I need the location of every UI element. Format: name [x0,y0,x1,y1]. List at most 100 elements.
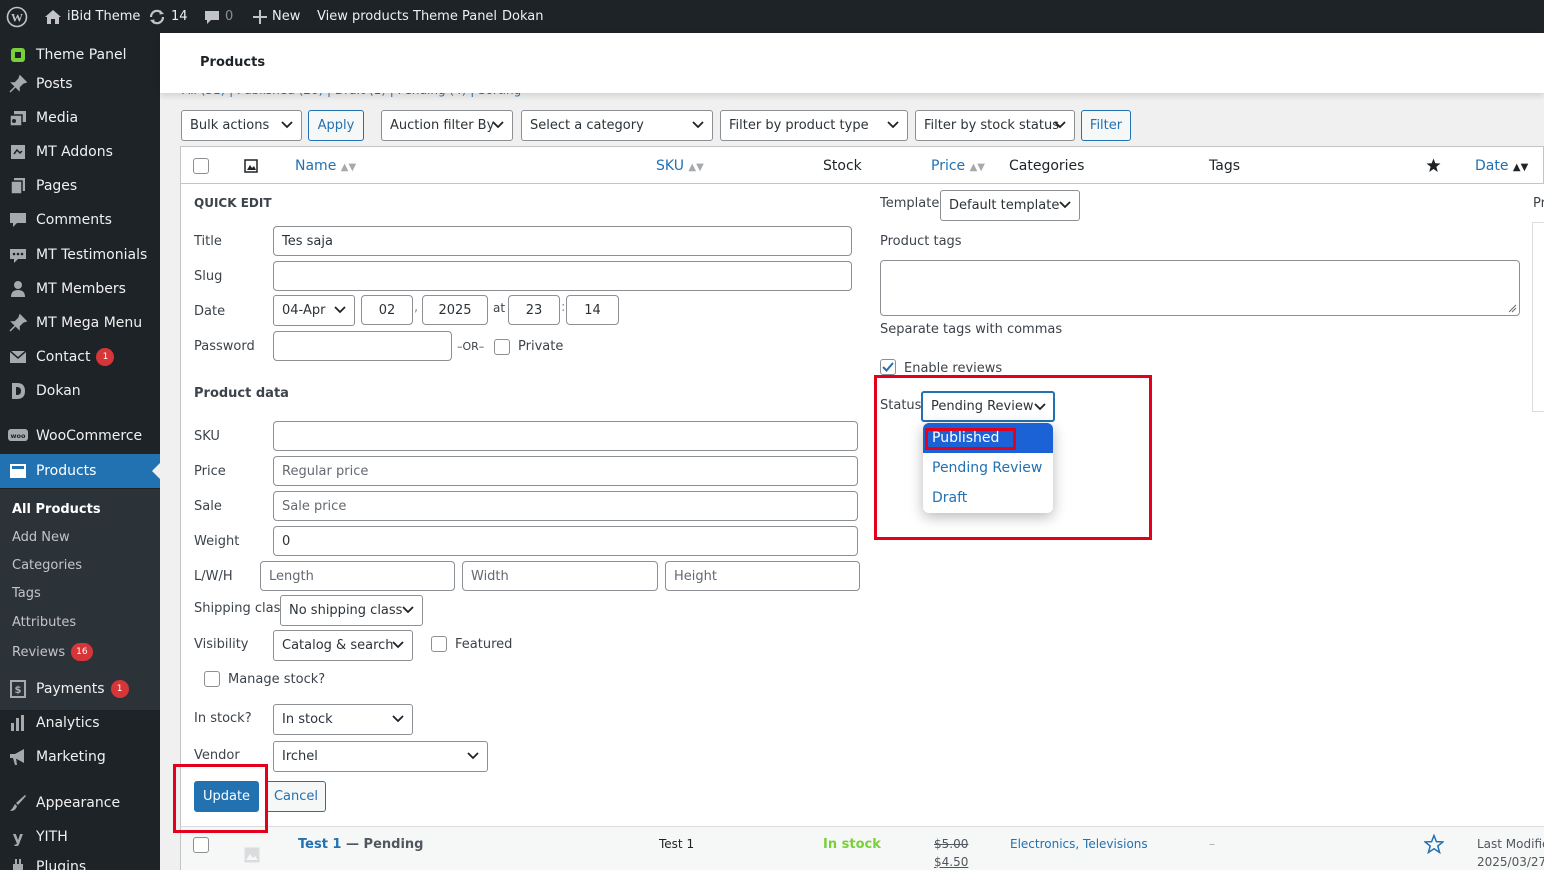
sale-price-input[interactable]: Sale price [273,491,858,521]
vendor-select[interactable]: Irchel [273,741,488,772]
column-date[interactable]: Date ▲▼ [1475,158,1528,174]
filter-button[interactable]: Filter [1081,110,1131,141]
or-label: –OR– [457,340,485,353]
sidebar-item-label: Plugins [36,859,87,870]
featured-star-outline-icon[interactable] [1424,834,1444,854]
auction-filter-select[interactable]: Auction filter By [381,110,513,141]
cancel-button[interactable]: Cancel [266,781,326,812]
sidebar-item-dokan[interactable]: Dokan [0,374,160,408]
column-name[interactable]: Name ▲▼ [295,158,356,174]
row-checkbox[interactable] [193,837,209,853]
resize-handle-icon[interactable] [1508,304,1517,313]
sidebar-item-media[interactable]: Media [0,101,160,135]
sidebar-item-woocommerce[interactable]: woo WooCommerce [0,419,160,453]
bulk-actions-select[interactable]: Bulk actions [181,110,302,141]
stock-status-field[interactable]: In stock [273,704,413,735]
height-input[interactable]: Height [665,561,860,591]
sort-icon: ▲▼ [688,162,704,173]
product-type-select[interactable]: Filter by product type [720,110,908,141]
manage-stock-checkbox[interactable] [204,671,220,687]
product-sku: Test 1 [659,837,695,851]
right-column-label: Pr [1533,196,1544,211]
product-name[interactable]: Test 1 — Pending [298,837,423,852]
comments-link[interactable]: 0 [204,0,233,33]
categories-box[interactable] [1532,222,1544,412]
sidebar-item-label: Payments [36,681,105,697]
submenu-item-label: Attributes [12,615,77,630]
sidebar-item-appearance[interactable]: Appearance [0,786,160,820]
minute-input[interactable]: 14 [566,295,619,325]
private-checkbox[interactable] [494,339,510,355]
new-content-link[interactable]: New [253,0,300,33]
sidebar-item-mt-mega-menu[interactable]: MT Mega Menu [0,306,160,340]
vendor-label: Vendor [194,748,240,763]
product-categories[interactable]: Electronics, Televisions [1010,837,1148,851]
pages-icon [0,177,36,195]
sidebar-item-pages[interactable]: Pages [0,169,160,203]
sidebar-item-plugins[interactable]: Plugins [0,850,160,870]
width-input[interactable]: Width [462,561,658,591]
stock-status-select[interactable]: Filter by stock status [915,110,1075,141]
shipping-class-select[interactable]: No shipping class [280,595,423,626]
day-input[interactable]: 02 [361,295,413,325]
products-icon [0,462,36,480]
chevron-down-icon [392,641,404,649]
hour-input[interactable]: 23 [508,295,560,325]
product-tags-textarea[interactable] [880,260,1520,316]
sidebar-item-contact[interactable]: Contact 1 [0,340,160,374]
submenu-item-all-products[interactable]: All Products [12,502,101,517]
product-name-link[interactable]: Test 1 [298,837,341,852]
date-separator: , [414,300,419,315]
plus-icon [253,9,267,24]
sidebar-item-mt-members[interactable]: MT Members [0,272,160,306]
enable-reviews-checkbox[interactable] [880,359,896,375]
sidebar-item-posts[interactable]: Posts [0,67,160,101]
regular-price-input[interactable]: Regular price [273,456,858,486]
password-input[interactable] [273,331,452,361]
placeholder-image-icon [244,847,260,863]
sidebar-item-comments[interactable]: Comments [0,203,160,237]
visibility-select[interactable]: Catalog & search [273,630,413,661]
table-row: Test 1 — Pending Test 1 In stock $5.00 $… [180,826,1544,870]
sidebar-item-marketing[interactable]: Marketing [0,740,160,774]
sidebar-item-mt-addons[interactable]: MT Addons [0,135,160,169]
title-input[interactable]: Tes saja [273,226,852,256]
select-all-checkbox[interactable] [193,158,209,174]
column-sku[interactable]: SKU ▲▼ [656,158,704,174]
submenu-item-attributes[interactable]: Attributes [12,615,76,630]
featured-star-icon[interactable] [1426,158,1441,173]
shipping-class-label: Shipping class [194,601,288,616]
featured-checkbox[interactable] [431,636,447,652]
sidebar-item-mt-testimonials[interactable]: MT Testimonials [0,238,160,272]
weight-input[interactable]: 0 [273,526,858,556]
sort-icon: ▲▼ [340,162,357,173]
submenu-item-add-new[interactable]: Add New [12,530,70,545]
column-categories: Categories [1009,158,1085,174]
site-name-link[interactable]: iBid Theme [44,0,140,33]
year-input[interactable]: 2025 [422,295,488,325]
wordpress-logo-icon[interactable]: W [6,0,28,33]
sidebar-item-yith[interactable]: y YITH [0,820,160,854]
submenu-item-reviews[interactable]: Reviews 16 [12,643,93,661]
sidebar-item-label: Posts [36,76,73,92]
sku-input[interactable] [273,421,858,451]
apply-button[interactable]: Apply [308,110,364,141]
sidebar-item-products[interactable]: Products [0,454,160,488]
slug-input[interactable] [273,261,852,291]
sidebar-item-analytics[interactable]: Analytics [0,706,160,740]
theme-panel-link[interactable]: Theme Panel [413,0,497,33]
month-select[interactable]: 04-Apr [273,295,355,326]
view-products-link[interactable]: View products [317,0,409,33]
submenu-item-label: All Products [12,502,101,517]
price-label: Price [194,464,226,479]
chevron-down-icon [492,121,504,129]
length-input[interactable]: Length [260,561,455,591]
sidebar-item-payments[interactable]: $ Payments 1 [0,672,160,706]
template-select[interactable]: Default template [940,190,1080,221]
column-price[interactable]: Price ▲▼ [931,158,985,174]
updates-link[interactable]: 14 [148,0,188,33]
category-select[interactable]: Select a category [521,110,713,141]
submenu-item-categories[interactable]: Categories [12,558,82,573]
submenu-item-tags[interactable]: Tags [12,586,41,601]
dokan-link[interactable]: Dokan [502,0,543,33]
